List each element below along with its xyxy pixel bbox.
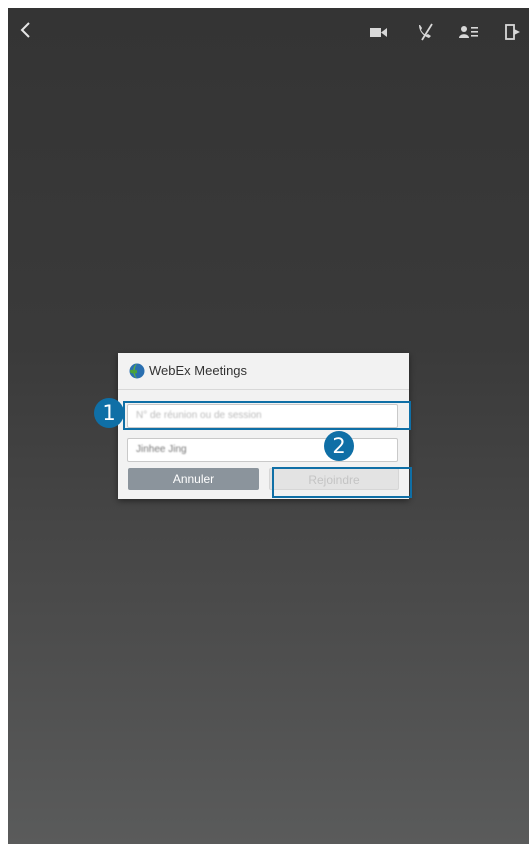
cancel-button[interactable]: Annuler <box>128 468 259 490</box>
mute-call-icon[interactable] <box>414 21 436 43</box>
top-toolbar <box>8 8 529 54</box>
back-chevron-icon[interactable] <box>14 18 38 42</box>
dialog-header: WebEx Meetings <box>118 353 409 390</box>
callout-2: 2 <box>324 431 354 461</box>
highlight-join-button <box>272 467 412 498</box>
name-input[interactable]: Jinhee Jing <box>127 438 398 462</box>
webex-globe-icon <box>129 363 145 379</box>
name-input-value: Jinhee Jing <box>136 444 187 455</box>
participants-list-icon[interactable] <box>458 21 480 43</box>
video-camera-icon[interactable] <box>368 21 390 43</box>
dialog-title: WebEx Meetings <box>149 363 248 378</box>
exit-icon[interactable] <box>502 21 524 43</box>
highlight-meeting-input <box>123 401 411 430</box>
callout-1: 1 <box>94 398 124 428</box>
